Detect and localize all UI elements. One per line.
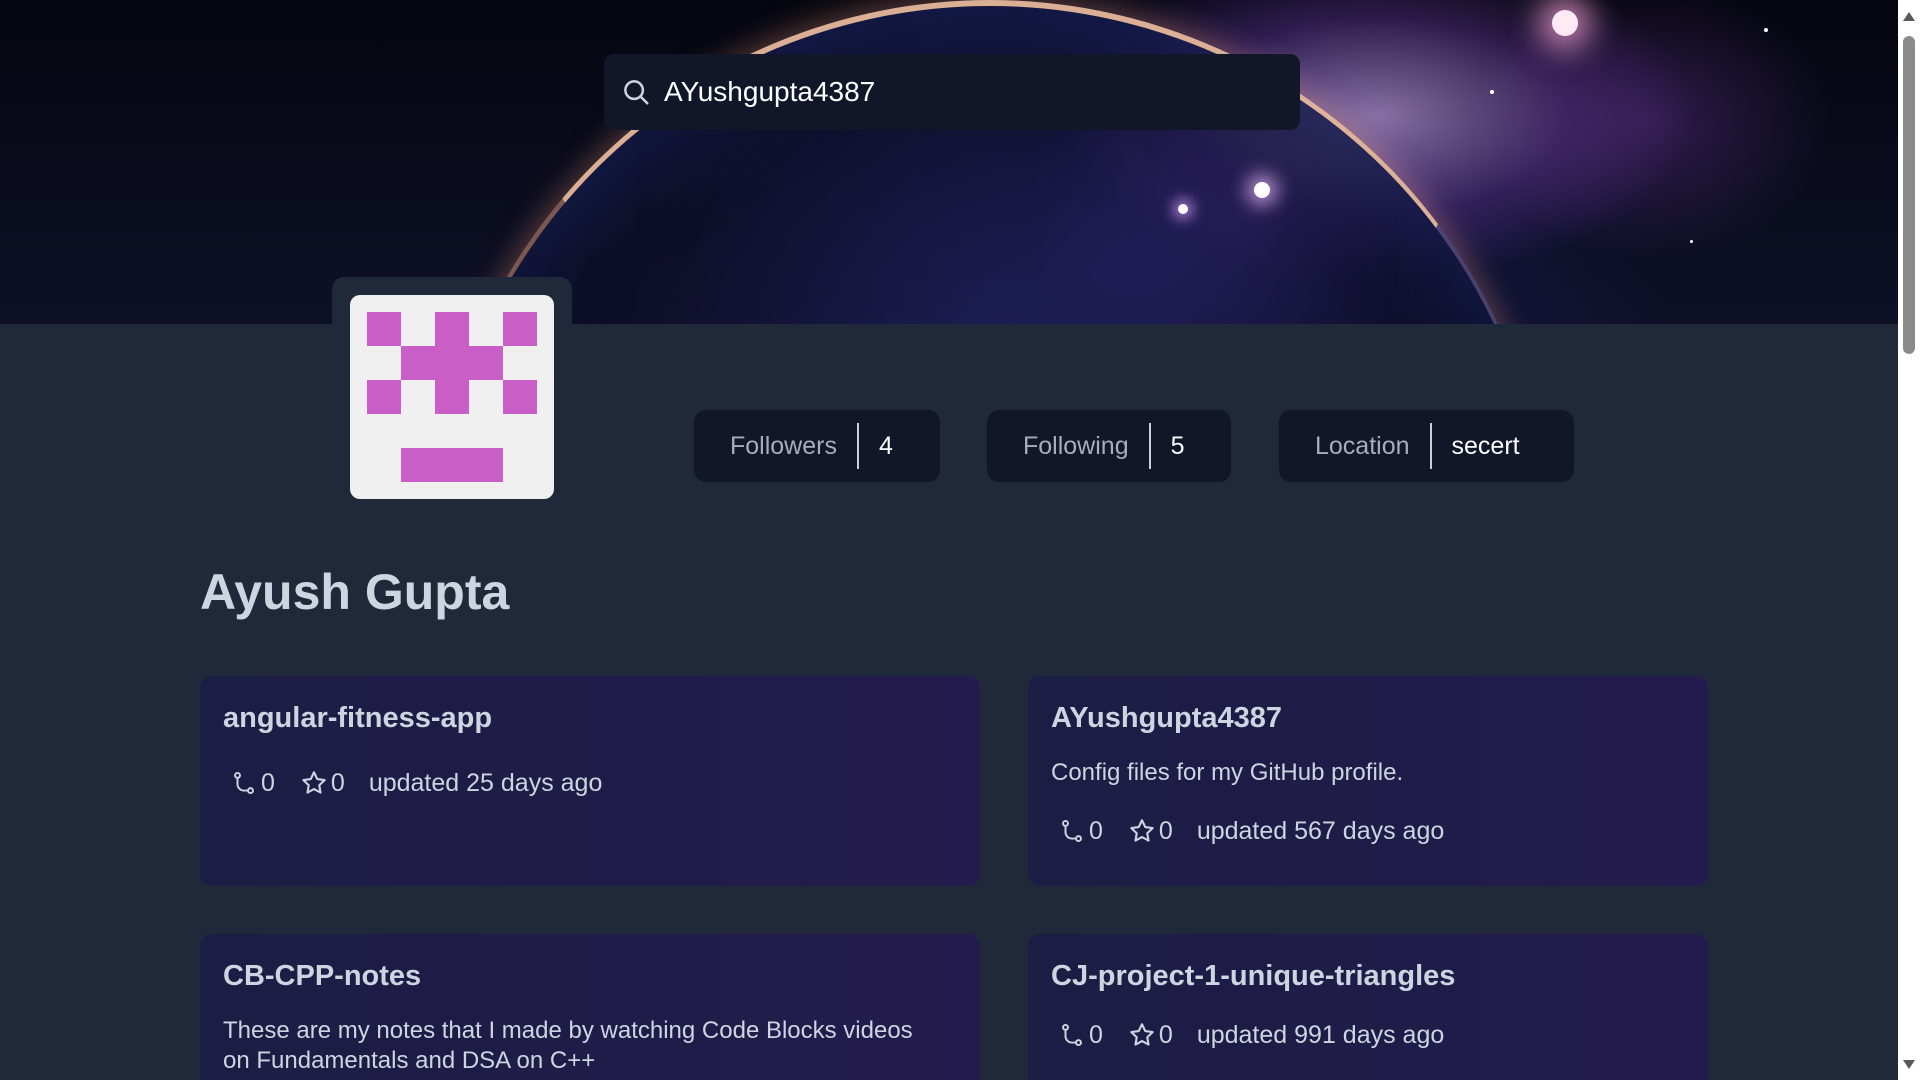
stat-value: 5 [1170, 431, 1185, 460]
star-count: 0 [1158, 816, 1173, 845]
avatar-pixel [503, 380, 537, 414]
updated-text: updated 991 days ago [1196, 1020, 1445, 1049]
repo-description: These are my notes that I made by watchi… [223, 1017, 913, 1074]
repo-card: angular-fitness-app 0 0 updated 25 days … [200, 676, 980, 886]
star-decoration [1552, 10, 1578, 36]
repo-meta: 0 0 updated 567 days ago [1051, 816, 1685, 846]
repo-name-link[interactable]: angular-fitness-app [223, 698, 957, 738]
star-count: 0 [330, 768, 345, 797]
profile-name: Ayush Gupta [200, 564, 510, 620]
stat-following: Following 5 [987, 410, 1231, 482]
repo-name-link[interactable]: CB-CPP-notes [223, 956, 957, 996]
search-icon [620, 76, 652, 108]
repo-name-link[interactable]: AYushgupta4387 [1051, 698, 1685, 738]
search-input[interactable] [664, 70, 1284, 114]
repo-meta: 0 0 updated 991 days ago [1051, 1020, 1685, 1050]
repo-card: CJ-project-1-unique-triangles 0 0 update… [1028, 934, 1708, 1080]
repo-card: AYushgupta4387 Config files for my GitHu… [1028, 676, 1708, 886]
repo-meta: 0 0 updated 25 days ago [223, 768, 957, 798]
scroll-down-arrow-icon[interactable] [1903, 1060, 1915, 1069]
avatar-frame [332, 277, 572, 517]
avatar-pixel [503, 312, 537, 346]
avatar-pixel [401, 346, 503, 380]
star-decoration [1178, 204, 1188, 214]
stat-label: Followers [730, 431, 837, 460]
stat-value: secert [1451, 431, 1520, 460]
avatar [350, 295, 554, 499]
vertical-scrollbar[interactable] [1898, 0, 1920, 1080]
star-decoration [1254, 182, 1270, 198]
scrollbar-thumb[interactable] [1903, 36, 1915, 354]
fork-icon [229, 768, 259, 798]
fork-icon [1057, 816, 1087, 846]
fork-count: 0 [261, 768, 275, 797]
profile-page: Followers 4 Following 5 Location secert … [0, 0, 1898, 1080]
planet-illustration [430, 0, 1550, 324]
star-icon [299, 768, 329, 798]
star-decoration [1490, 90, 1494, 94]
avatar-pixel [367, 380, 401, 414]
search-bar[interactable] [604, 54, 1300, 130]
stat-followers: Followers 4 [694, 410, 940, 482]
stat-location: Location secert [1279, 410, 1574, 482]
repo-description: Config files for my GitHub profile. [1051, 759, 1404, 786]
stat-label: Following [1023, 431, 1129, 460]
repo-card: CB-CPP-notes These are my notes that I m… [200, 934, 980, 1080]
fork-count: 0 [1089, 816, 1103, 845]
star-decoration [1764, 28, 1768, 32]
hero-banner [0, 0, 1898, 324]
stat-value: 4 [878, 431, 893, 460]
star-decoration [1690, 240, 1693, 243]
star-icon [1127, 816, 1157, 846]
star-count: 0 [1158, 1020, 1173, 1049]
star-icon [1127, 1020, 1157, 1050]
fork-icon [1057, 1020, 1087, 1050]
updated-text: updated 25 days ago [368, 768, 603, 797]
repo-name-link[interactable]: CJ-project-1-unique-triangles [1051, 956, 1685, 996]
avatar-pixel [367, 312, 401, 346]
stat-label: Location [1315, 431, 1410, 460]
scroll-up-arrow-icon[interactable] [1903, 12, 1915, 21]
fork-count: 0 [1089, 1020, 1103, 1049]
updated-text: updated 567 days ago [1196, 816, 1445, 845]
avatar-pixel [401, 448, 503, 482]
